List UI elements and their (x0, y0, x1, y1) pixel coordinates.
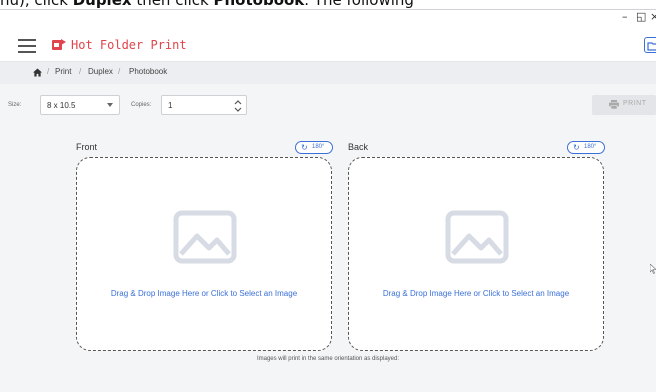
copies-value: 1 (168, 101, 173, 110)
folder-button[interactable] (644, 37, 656, 53)
breadcrumb-separator: / (79, 67, 82, 76)
front-title: Front (76, 142, 98, 152)
minimize-button[interactable]: – (622, 10, 628, 23)
menu-icon[interactable] (18, 39, 36, 53)
rotate-icon: ↻ (301, 143, 308, 152)
rotate-icon: ↻ (573, 143, 580, 152)
app-page: nu), click Duplex then click Photobook. … (0, 0, 656, 392)
back-dropzone[interactable]: Drag & Drop Image Here or Click to Selec… (348, 157, 604, 351)
breadcrumb-item-photobook: Photobook (129, 67, 168, 76)
breadcrumb-item-duplex[interactable]: Duplex (88, 67, 113, 76)
image-placeholder-icon (445, 210, 509, 264)
instruction-text: nu), click Duplex then click Photobook. … (0, 0, 414, 9)
back-drop-text: Drag & Drop Image Here or Click to Selec… (382, 289, 570, 298)
breadcrumb: / Print / Duplex / Photobook (0, 62, 656, 84)
app-logo-icon (52, 39, 66, 50)
orientation-note: Images will print in the same orientatio… (256, 356, 400, 362)
cursor-icon (650, 264, 656, 274)
breadcrumb-separator: / (47, 67, 50, 76)
copies-input[interactable]: 1 (161, 95, 247, 115)
back-title: Back (348, 142, 369, 152)
home-icon[interactable] (33, 68, 42, 77)
copies-label: Copies: (131, 102, 152, 108)
printer-icon (609, 100, 619, 109)
back-rotate-button[interactable]: ↻ 180° (567, 141, 605, 154)
size-value: 8 x 10.5 (47, 101, 76, 110)
dropdown-caret-icon (107, 103, 113, 107)
breadcrumb-separator: / (118, 67, 121, 76)
close-button[interactable]: × (650, 10, 656, 23)
app-header: Hot Folder Print (0, 29, 656, 62)
size-label: Size: (8, 102, 22, 108)
main-content: Size: 8 x 10.5 Copies: 1 PRINT Front ↻ 1… (0, 84, 656, 392)
window-titlebar (0, 9, 656, 30)
breadcrumb-item-print[interactable]: Print (55, 67, 71, 76)
folder-icon (647, 42, 656, 51)
restore-button[interactable]: ◱ (636, 10, 646, 23)
back-rotate-label: 180° (584, 144, 597, 150)
print-button[interactable]: PRINT (592, 95, 656, 115)
front-dropzone[interactable]: Drag & Drop Image Here or Click to Selec… (76, 157, 332, 351)
print-label: PRINT (623, 100, 647, 107)
front-rotate-button[interactable]: ↻ 180° (295, 141, 333, 154)
size-select[interactable]: 8 x 10.5 (40, 95, 120, 115)
stepper-icon[interactable] (232, 98, 244, 114)
front-rotate-label: 180° (312, 144, 325, 150)
front-drop-text: Drag & Drop Image Here or Click to Selec… (110, 289, 298, 298)
app-title: Hot Folder Print (71, 38, 187, 52)
image-placeholder-icon (173, 210, 237, 264)
